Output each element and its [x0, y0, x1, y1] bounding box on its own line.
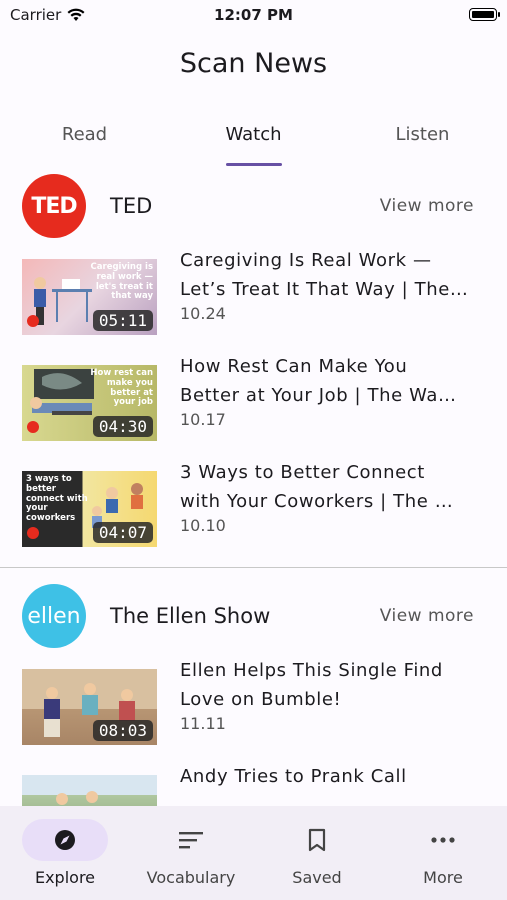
video-title-line-2: Love on Bumble!: [180, 689, 342, 710]
video-title-line-1: Ellen Helps This Single Find: [180, 660, 443, 681]
text-lines-icon: [148, 819, 234, 861]
outdoor-scene-illustration: [22, 775, 157, 805]
nav-label: Vocabulary: [146, 868, 236, 887]
video-duration: 04:07: [92, 522, 153, 543]
nav-label: Explore: [34, 868, 96, 887]
channel-header-ellen: ellen The Ellen Show View more: [0, 578, 507, 654]
video-item[interactable]: Caregiving is real work — let's treat it…: [0, 244, 507, 350]
video-item[interactable]: 3 ways to better connect with your cowor…: [0, 456, 507, 562]
thumbnail-caption: Caregiving is real work — let's treat it…: [90, 262, 153, 302]
nav-label: Saved: [292, 868, 342, 887]
tab-indicator: [225, 163, 282, 166]
compass-icon: [22, 819, 108, 861]
video-thumbnail[interactable]: Caregiving is real work — let's treat it…: [22, 259, 157, 335]
page-title: Scan News: [179, 48, 328, 79]
video-title[interactable]: Caregiving Is Real Work — Let’s Treat It…: [180, 246, 480, 304]
ted-badge-icon: [27, 527, 39, 539]
video-feed[interactable]: TED TED View more Caregiving is real wor…: [0, 168, 507, 806]
video-duration: 04:30: [92, 416, 153, 437]
logo-text: TED: [31, 193, 77, 219]
view-more-button[interactable]: View more: [380, 196, 474, 216]
tab-watch[interactable]: Watch: [169, 120, 338, 168]
channel-name: The Ellen Show: [110, 604, 271, 628]
thumbnail-caption: 3 ways to better connect with your cowor…: [26, 474, 88, 524]
bottom-navigation: Explore Vocabulary Saved More: [0, 806, 507, 900]
video-thumbnail[interactable]: 3 ways to better connect with your cowor…: [22, 471, 157, 547]
nav-explore[interactable]: Explore: [2, 806, 128, 900]
video-title[interactable]: Ellen Helps This Single Find Love on Bum…: [180, 656, 480, 714]
video-date: 10.10: [180, 516, 226, 535]
video-title[interactable]: Andy Tries to Prank Call: [180, 762, 480, 791]
video-title-line-1: Andy Tries to Prank Call: [180, 766, 407, 787]
video-title[interactable]: How Rest Can Make You Better at Your Job…: [180, 352, 480, 410]
section-divider: [0, 567, 507, 568]
ted-badge-icon: [27, 315, 39, 327]
video-date: 10.17: [180, 410, 226, 429]
video-date: 11.11: [180, 714, 226, 733]
video-title-line-2: Let’s Treat It That Way | The…: [180, 279, 469, 300]
thumbnail-caption: How rest can make you better at your job: [90, 368, 153, 408]
video-duration: 05:11: [92, 310, 153, 331]
nav-saved[interactable]: Saved: [254, 806, 380, 900]
video-thumbnail[interactable]: [22, 775, 157, 806]
video-title-line-1: 3 Ways to Better Connect: [180, 462, 425, 483]
video-thumbnail[interactable]: 08:03: [22, 669, 157, 745]
tab-label: Listen: [395, 124, 450, 145]
more-dots-icon: [400, 819, 486, 861]
video-item[interactable]: Andy Tries to Prank Call: [0, 760, 507, 806]
ted-badge-icon: [27, 421, 39, 433]
tab-read[interactable]: Read: [0, 120, 169, 168]
view-more-button[interactable]: View more: [380, 606, 474, 626]
video-duration: 08:03: [92, 720, 153, 741]
bookmark-icon: [274, 819, 360, 861]
nav-more[interactable]: More: [380, 806, 506, 900]
battery-icon: [469, 8, 500, 21]
tab-label: Watch: [225, 124, 282, 145]
video-item[interactable]: 08:03 Ellen Helps This Single Find Love …: [0, 654, 507, 760]
logo-text: ellen: [27, 603, 81, 629]
video-item[interactable]: How rest can make you better at your job…: [0, 350, 507, 456]
video-title-line-1: How Rest Can Make You: [180, 356, 408, 377]
channel-name: TED: [110, 194, 153, 218]
tab-bar: Read Watch Listen: [0, 120, 507, 168]
status-bar: Carrier 12:07 PM: [0, 0, 507, 32]
video-date: 10.24: [180, 304, 226, 323]
tab-listen[interactable]: Listen: [338, 120, 507, 168]
video-title-line-1: Caregiving Is Real Work —: [180, 250, 432, 271]
status-time: 12:07 PM: [214, 6, 293, 24]
nav-vocabulary[interactable]: Vocabulary: [128, 806, 254, 900]
video-title-line-2: with Your Coworkers | The …: [180, 491, 454, 512]
video-thumbnail[interactable]: How rest can make you better at your job…: [22, 365, 157, 441]
nav-label: More: [423, 868, 463, 887]
tab-label: Read: [61, 124, 108, 145]
ted-logo[interactable]: TED: [22, 174, 86, 238]
channel-header-ted: TED TED View more: [0, 168, 507, 244]
ellen-logo[interactable]: ellen: [22, 584, 86, 648]
video-title-line-2: Better at Your Job | The Wa…: [180, 385, 457, 406]
video-title[interactable]: 3 Ways to Better Connect with Your Cowor…: [180, 458, 480, 516]
